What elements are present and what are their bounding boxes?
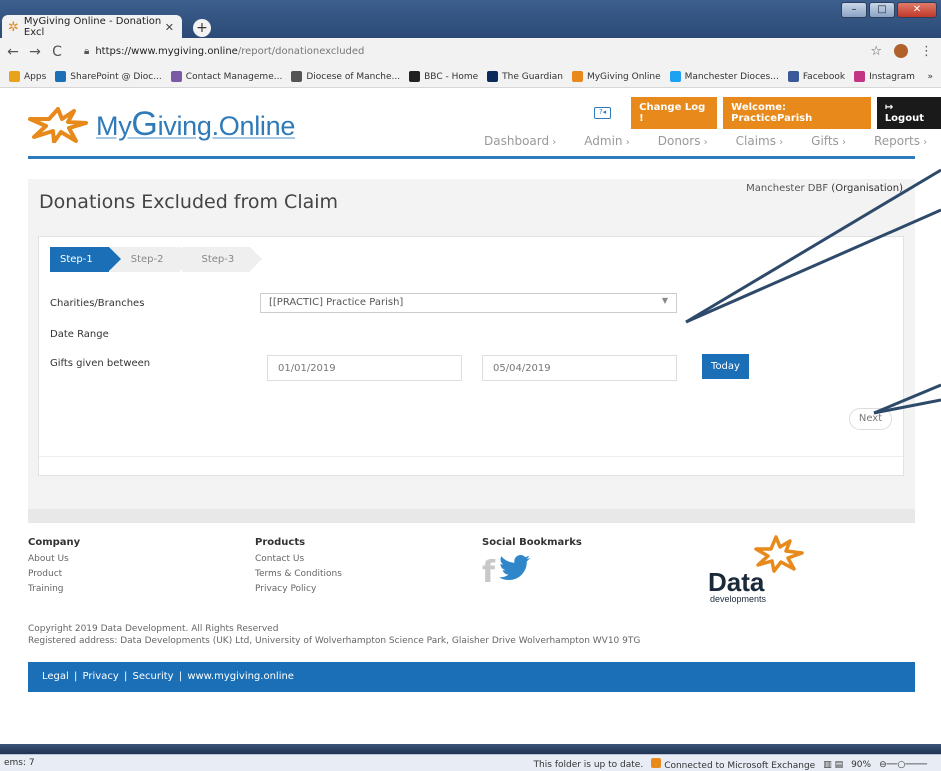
annotation-arrows [685, 168, 941, 415]
status-right: This folder is up to date. Connected to … [534, 758, 927, 771]
arrow-to-select [685, 168, 941, 324]
exchange-icon [651, 758, 662, 768]
zoom-level: 90% [851, 759, 872, 770]
zoom-slider[interactable]: ⊖──○──── [879, 760, 927, 770]
view-icons[interactable]: ▥ ▤ [823, 760, 843, 770]
arrow-to-next [873, 383, 941, 415]
arrow-to-select-2 [685, 208, 941, 324]
exchange-status: Connected to Microsoft Exchange [651, 758, 815, 771]
items-count: ems: 7 [4, 758, 35, 768]
arrow-to-next-2 [873, 398, 941, 415]
folder-status: This folder is up to date. [533, 759, 644, 770]
taskbar [0, 744, 941, 754]
status-bar: ems: 7 This folder is up to date. Connec… [0, 754, 941, 771]
